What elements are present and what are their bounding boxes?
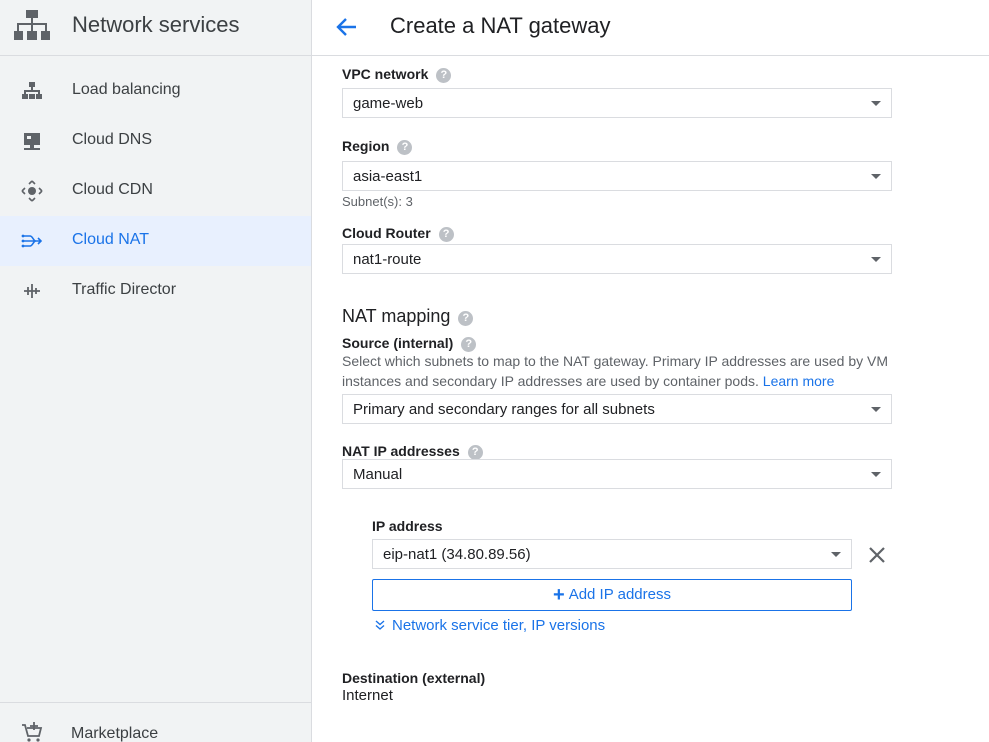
sidebar-header: Network services <box>0 0 311 56</box>
network-tier-expander[interactable]: Network service tier, IP versions <box>374 617 605 634</box>
cloud-cdn-icon <box>21 180 43 202</box>
nat-ip-allocation-select[interactable]: Manual <box>342 459 892 489</box>
source-internal-label: Source (internal)? <box>342 335 477 352</box>
help-icon[interactable]: ? <box>461 337 477 352</box>
help-icon[interactable]: ? <box>467 445 483 460</box>
sidebar-item-traffic-director[interactable]: Traffic Director <box>0 266 311 316</box>
sidebar-footer: Marketplace <box>0 702 311 742</box>
add-ip-address-button[interactable]: + Add IP address <box>372 579 852 611</box>
dropdown-arrow-icon <box>871 407 881 412</box>
sidebar-item-label: Traffic Director <box>72 281 177 298</box>
cloud-router-label: Cloud Router? <box>342 225 454 242</box>
source-description: Select which subnets to map to the NAT g… <box>342 353 888 389</box>
vpc-network-label: VPC network? <box>342 66 452 83</box>
close-icon[interactable] <box>867 545 887 565</box>
sidebar-item-marketplace[interactable]: Marketplace <box>71 725 158 742</box>
ip-address-label: IP address <box>372 518 443 534</box>
sidebar-item-label: Cloud DNS <box>72 131 153 148</box>
cloud-nat-icon <box>21 234 43 248</box>
learn-more-link[interactable]: Learn more <box>763 373 835 389</box>
sidebar-item-cloud-cdn[interactable]: Cloud CDN <box>0 166 311 216</box>
destination-label: Destination (external) <box>342 670 486 686</box>
subnet-count: Subnet(s): 3 <box>342 194 413 209</box>
sidebar-item-load-balancing[interactable]: Load balancing <box>0 66 311 116</box>
marketplace-icon <box>22 722 43 742</box>
traffic-director-icon <box>24 284 40 298</box>
sidebar-item-label: Load balancing <box>72 81 181 98</box>
nat-mapping-title: NAT mapping? <box>342 306 474 327</box>
back-arrow-icon[interactable] <box>334 14 360 40</box>
sidebar-item-label: Cloud NAT <box>72 231 150 248</box>
page-header: Create a NAT gateway <box>312 0 989 56</box>
network-services-icon <box>14 10 50 40</box>
dropdown-arrow-icon <box>831 552 841 557</box>
sidebar-item-cloud-dns[interactable]: Cloud DNS <box>0 116 311 166</box>
sidebar-item-label: Cloud CDN <box>72 181 153 198</box>
plus-icon: + <box>553 584 565 606</box>
vpc-network-select[interactable]: game-web <box>342 88 892 118</box>
sidebar: Network services Load balancing Cloud DN… <box>0 0 312 742</box>
cloud-router-select[interactable]: nat1-route <box>342 244 892 274</box>
help-icon[interactable]: ? <box>458 311 474 326</box>
sidebar-item-cloud-nat[interactable]: Cloud NAT <box>0 216 311 266</box>
help-icon[interactable]: ? <box>436 68 452 83</box>
source-ranges-select[interactable]: Primary and secondary ranges for all sub… <box>342 394 892 424</box>
nat-ip-addresses-label: NAT IP addresses? <box>342 443 483 460</box>
chevron-double-down-icon <box>375 620 385 630</box>
dropdown-arrow-icon <box>871 101 881 106</box>
dropdown-arrow-icon <box>871 174 881 179</box>
sidebar-nav: Load balancing Cloud DNS Cloud CDN Cloud… <box>0 66 311 316</box>
help-icon[interactable]: ? <box>438 227 454 242</box>
page-title: Create a NAT gateway <box>390 13 611 38</box>
ip-address-select[interactable]: eip-nat1 (34.80.89.56) <box>372 539 852 569</box>
product-title: Network services <box>72 12 240 37</box>
destination-value: Internet <box>342 687 393 704</box>
dropdown-arrow-icon <box>871 472 881 477</box>
load-balancing-icon <box>22 82 42 99</box>
dropdown-arrow-icon <box>871 257 881 262</box>
help-icon[interactable]: ? <box>397 140 413 155</box>
cloud-dns-icon <box>24 133 40 150</box>
region-label: Region? <box>342 138 413 155</box>
region-select[interactable]: asia-east1 <box>342 161 892 191</box>
